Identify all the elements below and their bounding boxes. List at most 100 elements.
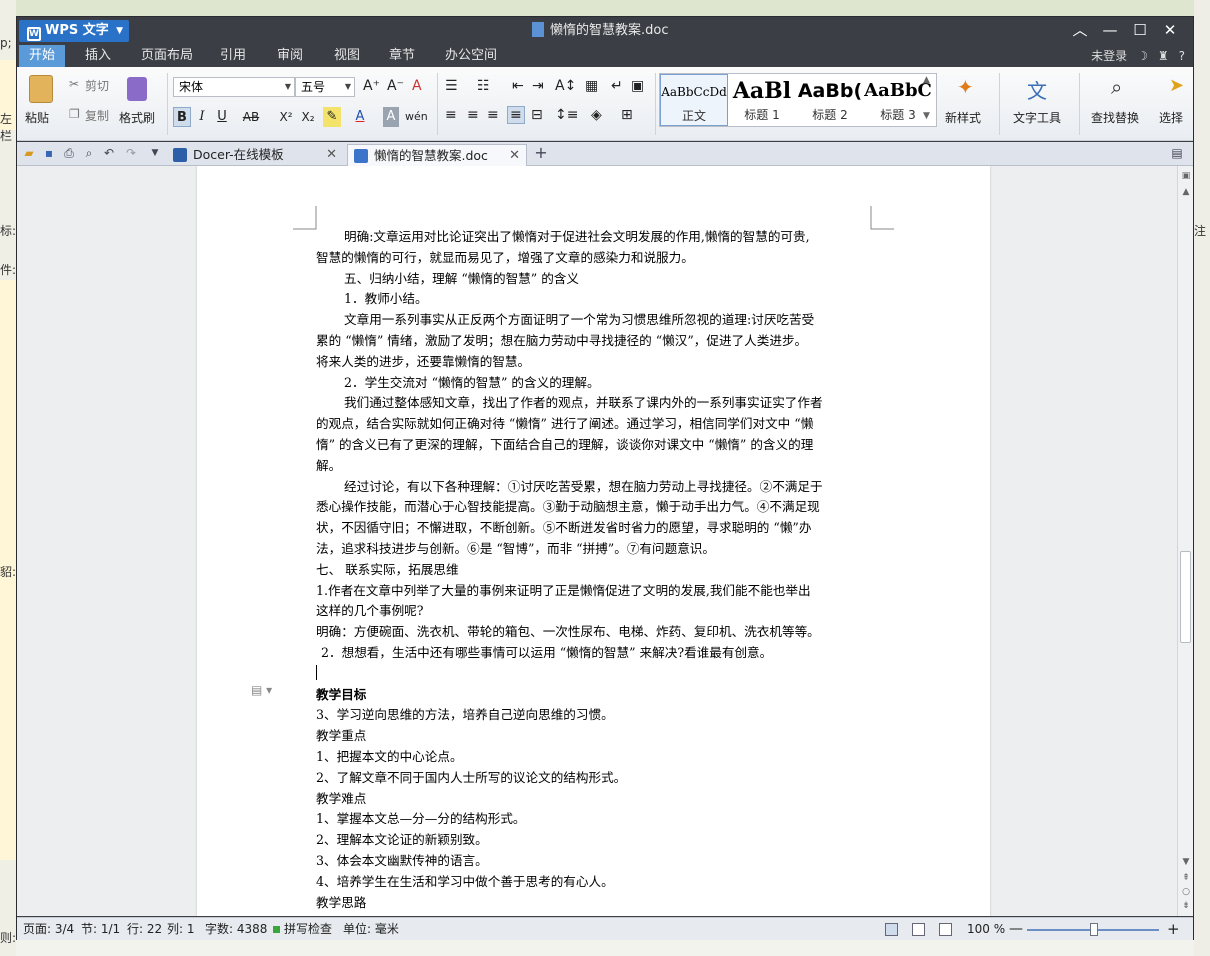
- document-paragraph[interactable]: 明确：方便碗面、洗衣机、带轮的箱包、一次性尿布、电梯、炸药、复印机、洗衣机等等。: [316, 622, 873, 643]
- browse-object-icon[interactable]: ○: [1180, 886, 1192, 898]
- document-paragraph[interactable]: 解。: [316, 456, 873, 477]
- collapse-ribbon-icon[interactable]: ︿: [1065, 17, 1095, 45]
- help-button[interactable]: ?: [1179, 45, 1185, 67]
- style-heading-3[interactable]: AaBbC 标题 3: [864, 74, 932, 126]
- text-direction-icon[interactable]: A↕: [555, 78, 576, 94]
- prev-page-icon[interactable]: ⇞: [1180, 872, 1192, 884]
- show-hide-icon[interactable]: ▣: [631, 78, 644, 94]
- new-tab-icon[interactable]: +: [533, 145, 549, 161]
- document-paragraph[interactable]: 1、把握本文的中心论点。: [316, 747, 873, 768]
- scroll-down-icon[interactable]: ▼: [1180, 856, 1192, 868]
- zoom-slider-thumb[interactable]: [1090, 923, 1098, 936]
- tab-chapter[interactable]: 章节: [379, 45, 425, 67]
- document-paragraph[interactable]: 累的 “懒惰” 情绪，激励了发明；想在脑力劳动中寻找捷径的 “懒汉”，促进了人类…: [316, 331, 873, 352]
- font-color-button[interactable]: A: [351, 107, 369, 127]
- status-word-count[interactable]: 字数: 4388: [205, 918, 267, 941]
- text-tools-icon[interactable]: 文: [1027, 75, 1047, 104]
- paste-icon[interactable]: [29, 75, 53, 103]
- document-paragraph[interactable]: 智慧的懒惰的可行，就显而易见了，增强了文章的感染力和说服力。: [316, 248, 873, 269]
- paragraph-options-icon[interactable]: ▤ ▾: [251, 683, 272, 697]
- document-paragraph[interactable]: 2、理解本文论证的新颖别致。: [316, 830, 873, 851]
- scrollbar-thumb[interactable]: [1180, 551, 1191, 643]
- save-icon[interactable]: ▪: [41, 145, 57, 161]
- document-paragraph[interactable]: 教学思路: [316, 893, 873, 914]
- document-body[interactable]: 明确:文章运用对比论证突出了懒惰对于促进社会文明发展的作用,懒惰的智慧的可贵, 智…: [316, 227, 873, 913]
- distributed-icon[interactable]: ⊟: [531, 107, 543, 123]
- document-paragraph[interactable]: 五、归纳小结，理解 “懒惰的智慧” 的含义: [316, 269, 873, 290]
- document-paragraph[interactable]: 1、掌握本文总—分—分的结构形式。: [316, 809, 873, 830]
- copy-button[interactable]: 复制: [85, 107, 109, 124]
- style-normal[interactable]: AaBbCcDd 正文: [660, 74, 728, 126]
- document-paragraph[interactable]: 教学难点: [316, 789, 873, 810]
- redo-icon[interactable]: ↷: [123, 145, 139, 161]
- document-paragraph[interactable]: 3、体会本文幽默传神的语言。: [316, 851, 873, 872]
- tab-home[interactable]: 开始: [19, 45, 66, 67]
- vertical-scrollbar[interactable]: ▣ ▲ ▼ ⇞ ○ ⇟: [1177, 166, 1193, 916]
- styles-more-icon[interactable]: ▼: [923, 111, 930, 121]
- document-paragraph[interactable]: 我们通过整体感知文章，找出了作者的观点，并联系了课内外的一系列事实证实了作者: [316, 393, 873, 414]
- line-spacing-icon[interactable]: ↕≡: [555, 107, 578, 123]
- style-heading-1[interactable]: AaBl 标题 1: [728, 74, 796, 126]
- shirt-icon[interactable]: ♜: [1158, 45, 1169, 67]
- document-paragraph[interactable]: 明确:文章运用对比论证突出了懒惰对于促进社会文明发展的作用,懒惰的智慧的可贵,: [316, 227, 873, 248]
- new-style-icon[interactable]: ✦: [957, 75, 974, 99]
- shrink-font-icon[interactable]: A⁻: [387, 78, 404, 94]
- tab-office-space[interactable]: 办公空间: [435, 45, 507, 67]
- open-folder-icon[interactable]: ▰: [21, 145, 37, 161]
- document-paragraph[interactable]: 教学目标: [316, 685, 873, 706]
- highlight-icon[interactable]: ✎: [323, 107, 341, 127]
- justify-icon[interactable]: ≡: [507, 106, 525, 124]
- scroll-up-icon[interactable]: ▲: [1180, 186, 1192, 198]
- align-center-icon[interactable]: ≡: [467, 107, 479, 123]
- status-page[interactable]: 页面: 3/4: [23, 918, 74, 941]
- print-preview-icon[interactable]: ⌕: [81, 145, 97, 161]
- strikethrough-button[interactable]: AB: [239, 107, 263, 127]
- border-icon[interactable]: ⊞: [621, 107, 633, 123]
- document-page[interactable]: 明确:文章运用对比论证突出了懒惰对于促进社会文明发展的作用,懒惰的智慧的可贵, 智…: [197, 166, 990, 916]
- maximize-button[interactable]: ☐: [1125, 17, 1155, 45]
- select-button[interactable]: 选择: [1159, 109, 1183, 126]
- undo-icon[interactable]: ↶: [101, 145, 117, 161]
- bold-button[interactable]: B: [173, 107, 191, 127]
- tab-page-layout[interactable]: 页面布局: [131, 45, 203, 67]
- tab-view[interactable]: 视图: [324, 45, 370, 67]
- cut-button[interactable]: 剪切: [85, 77, 109, 94]
- style-heading-2[interactable]: AaBb( 标题 2: [796, 74, 864, 126]
- document-paragraph[interactable]: 经过讨论，有以下各种理解：①讨厌吃苦受累，想在脑力劳动上寻找捷径。②不满足于: [316, 477, 873, 498]
- document-paragraph[interactable]: 将来人类的进步，还要靠懒惰的智慧。: [316, 352, 873, 373]
- font-name-select[interactable]: 宋体 ▼: [173, 77, 295, 97]
- styles-scroll-up-icon[interactable]: ▲: [923, 75, 930, 85]
- close-icon[interactable]: ✕: [326, 144, 337, 166]
- scroll-options-icon[interactable]: ▣: [1180, 170, 1192, 182]
- document-paragraph[interactable]: 2．想想看，生活中还有哪些事情可以运用 “懒惰的智慧” 来解决?看谁最有创意。: [316, 643, 873, 664]
- find-replace-button[interactable]: 查找替换: [1091, 109, 1139, 126]
- shading-icon[interactable]: ◈: [591, 107, 602, 123]
- page-view-icon[interactable]: [885, 923, 898, 936]
- document-paragraph[interactable]: 1.作者在文章中列举了大量的事例来证明了正是懒惰促进了文明的发展,我们能不能也举…: [316, 581, 873, 602]
- tab-current-document[interactable]: 懒惰的智慧教案.doc ✕: [347, 144, 527, 166]
- char-shading-icon[interactable]: A: [383, 107, 399, 127]
- format-painter-icon[interactable]: [127, 77, 147, 101]
- align-left-icon[interactable]: ≡: [445, 107, 457, 123]
- numbered-list-icon[interactable]: ☷: [477, 78, 490, 94]
- document-paragraph[interactable]: 惰” 的含义已有了更深的理解，下面结合自己的理解，谈谈你对课文中 “懒惰” 的含…: [316, 435, 873, 456]
- binoculars-icon[interactable]: ⌕: [1111, 75, 1122, 99]
- document-paragraph[interactable]: 2．学生交流对 “懒惰的智慧” 的含义的理解。: [316, 373, 873, 394]
- tab-insert[interactable]: 插入: [75, 45, 121, 67]
- document-paragraph[interactable]: 状，不因循守旧；不懈进取，不断创新。⑤不断迸发省时省力的愿望，寻求聪明的 “懒”…: [316, 518, 873, 539]
- select-cursor-icon[interactable]: ➤: [1169, 75, 1184, 96]
- document-paragraph[interactable]: 这样的几个事例呢?: [316, 601, 873, 622]
- zoom-out-button[interactable]: —: [1009, 918, 1023, 941]
- cut-icon[interactable]: ✂: [69, 77, 79, 91]
- decrease-indent-icon[interactable]: ⇤: [512, 78, 524, 94]
- format-painter-button[interactable]: 格式刷: [119, 109, 155, 126]
- document-paragraph[interactable]: 1．教师小结。: [316, 289, 873, 310]
- status-unit[interactable]: 单位: 毫米: [343, 918, 399, 941]
- italic-button[interactable]: I: [193, 107, 211, 127]
- increase-indent-icon[interactable]: ⇥: [532, 78, 544, 94]
- customize-toolbar-icon[interactable]: ▼: [147, 145, 163, 161]
- subscript-button[interactable]: X₂: [297, 107, 319, 127]
- close-button[interactable]: ✕: [1155, 17, 1185, 45]
- document-paragraph[interactable]: 文章用一系列事实从正反两个方面证明了一个常为习惯思维所忽视的道理:讨厌吃苦受: [316, 310, 873, 331]
- document-paragraph[interactable]: 法，追求科技进步与创新。⑥是 “智博”，而非 “拼搏”。⑦有问题意识。: [316, 539, 873, 560]
